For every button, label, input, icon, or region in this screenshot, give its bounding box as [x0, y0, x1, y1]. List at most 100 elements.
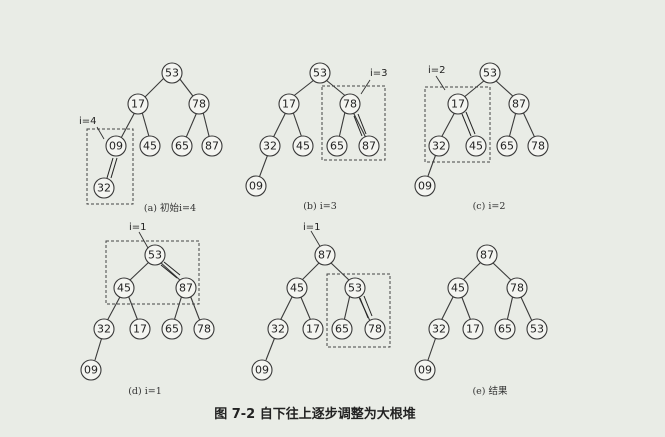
- edge: [461, 261, 482, 282]
- annotation-label: i=4: [79, 116, 97, 127]
- edge: [440, 294, 455, 322]
- node: 32: [428, 318, 450, 340]
- svg-text:87: 87: [318, 249, 332, 262]
- node: 45: [113, 277, 135, 299]
- svg-text:78: 78: [368, 323, 382, 336]
- svg-text:45: 45: [143, 140, 157, 153]
- subfigure-caption: (c) i=2: [473, 201, 506, 212]
- svg-text:32: 32: [97, 182, 111, 195]
- edge: [338, 111, 346, 139]
- svg-text:78: 78: [531, 140, 545, 153]
- svg-text:45: 45: [451, 282, 465, 295]
- edge: [202, 111, 211, 141]
- node: 87: [476, 244, 498, 266]
- edge: [508, 111, 517, 139]
- edge: [522, 111, 536, 139]
- swap-arrow: [465, 111, 476, 135]
- annotation-label: i=1: [303, 222, 321, 233]
- svg-text:65: 65: [500, 140, 514, 153]
- subfigure-e-step: i=1 87 45 53 32 17 65 78 09: [251, 222, 391, 381]
- node: 17: [127, 93, 149, 115]
- node: 45: [465, 135, 487, 157]
- edge: [462, 79, 486, 99]
- node: 53: [309, 62, 331, 84]
- edge: [258, 153, 269, 179]
- svg-text:45: 45: [469, 140, 483, 153]
- edge: [279, 294, 294, 322]
- heap-diagram: i=4 53 17 78 09 45 65 87 32 (a) 初始i=4 i=…: [79, 62, 549, 422]
- svg-text:87: 87: [362, 140, 376, 153]
- node: 78: [506, 277, 528, 299]
- node: 65: [494, 318, 516, 340]
- svg-text:65: 65: [498, 323, 512, 336]
- svg-text:45: 45: [296, 140, 310, 153]
- node: 32: [93, 318, 115, 340]
- svg-text:17: 17: [451, 98, 465, 111]
- node: 32: [428, 135, 450, 157]
- svg-text:78: 78: [510, 282, 524, 295]
- node: 53: [526, 318, 548, 340]
- svg-text:09: 09: [84, 364, 98, 377]
- node: 65: [496, 135, 518, 157]
- node: 45: [286, 277, 308, 299]
- subfigure-b: i=3 53 17 78 32 45 65 87 09 (b) i=3: [245, 62, 388, 212]
- node: 78: [188, 93, 210, 115]
- edge: [127, 294, 139, 322]
- node: 17: [462, 318, 484, 340]
- edge: [173, 294, 183, 322]
- svg-text:87: 87: [179, 282, 193, 295]
- node: 53: [344, 277, 366, 299]
- node: 65: [326, 135, 348, 157]
- swap-arrow: [461, 113, 472, 137]
- edge: [343, 294, 351, 322]
- svg-text:09: 09: [418, 180, 432, 193]
- subfigure-caption: (d) i=1: [128, 386, 162, 397]
- svg-text:32: 32: [271, 323, 285, 336]
- svg-text:09: 09: [109, 140, 123, 153]
- edge: [494, 79, 516, 99]
- node: 45: [447, 277, 469, 299]
- node: 17: [129, 318, 151, 340]
- svg-text:65: 65: [175, 140, 189, 153]
- node: 32: [93, 177, 115, 199]
- svg-text:45: 45: [290, 282, 304, 295]
- heap-figure: i=4 53 17 78 09 45 65 87 32 (a) 初始i=4 i=…: [0, 0, 665, 437]
- node: 53: [144, 244, 166, 266]
- subfigure-caption: (b) i=3: [303, 201, 337, 212]
- svg-text:53: 53: [165, 67, 179, 80]
- svg-text:17: 17: [306, 323, 320, 336]
- swap-arrow: [363, 295, 373, 317]
- svg-text:78: 78: [192, 98, 206, 111]
- node: 78: [193, 318, 215, 340]
- edge: [519, 294, 533, 322]
- svg-text:65: 65: [335, 323, 349, 336]
- svg-text:87: 87: [512, 98, 526, 111]
- node: 78: [339, 93, 361, 115]
- svg-text:32: 32: [432, 323, 446, 336]
- swap-arrow: [359, 297, 369, 319]
- node: 09: [414, 175, 436, 197]
- node: 09: [80, 359, 102, 381]
- edge: [299, 294, 312, 322]
- svg-text:87: 87: [205, 140, 219, 153]
- svg-text:09: 09: [418, 364, 432, 377]
- svg-text:32: 32: [97, 323, 111, 336]
- node: 45: [292, 135, 314, 157]
- node: 32: [267, 318, 289, 340]
- edge: [159, 261, 182, 282]
- node: 87: [201, 135, 223, 157]
- edge: [506, 294, 514, 322]
- edge: [128, 261, 150, 282]
- svg-text:32: 32: [432, 140, 446, 153]
- node: 32: [259, 135, 281, 157]
- subfigure-c: i=2 53 17 87 32 45 65 78 09 (c) i=2: [414, 62, 549, 212]
- svg-text:53: 53: [483, 67, 497, 80]
- annotation-label: i=3: [370, 68, 388, 79]
- edge: [184, 111, 198, 141]
- node: 65: [331, 318, 353, 340]
- edge: [300, 261, 321, 282]
- svg-text:65: 65: [165, 323, 179, 336]
- svg-text:17: 17: [133, 323, 147, 336]
- subfigure-d: i=1 53 45 87 32 17 65 78 09 (d) i=1: [80, 222, 215, 397]
- node: 09: [105, 135, 127, 157]
